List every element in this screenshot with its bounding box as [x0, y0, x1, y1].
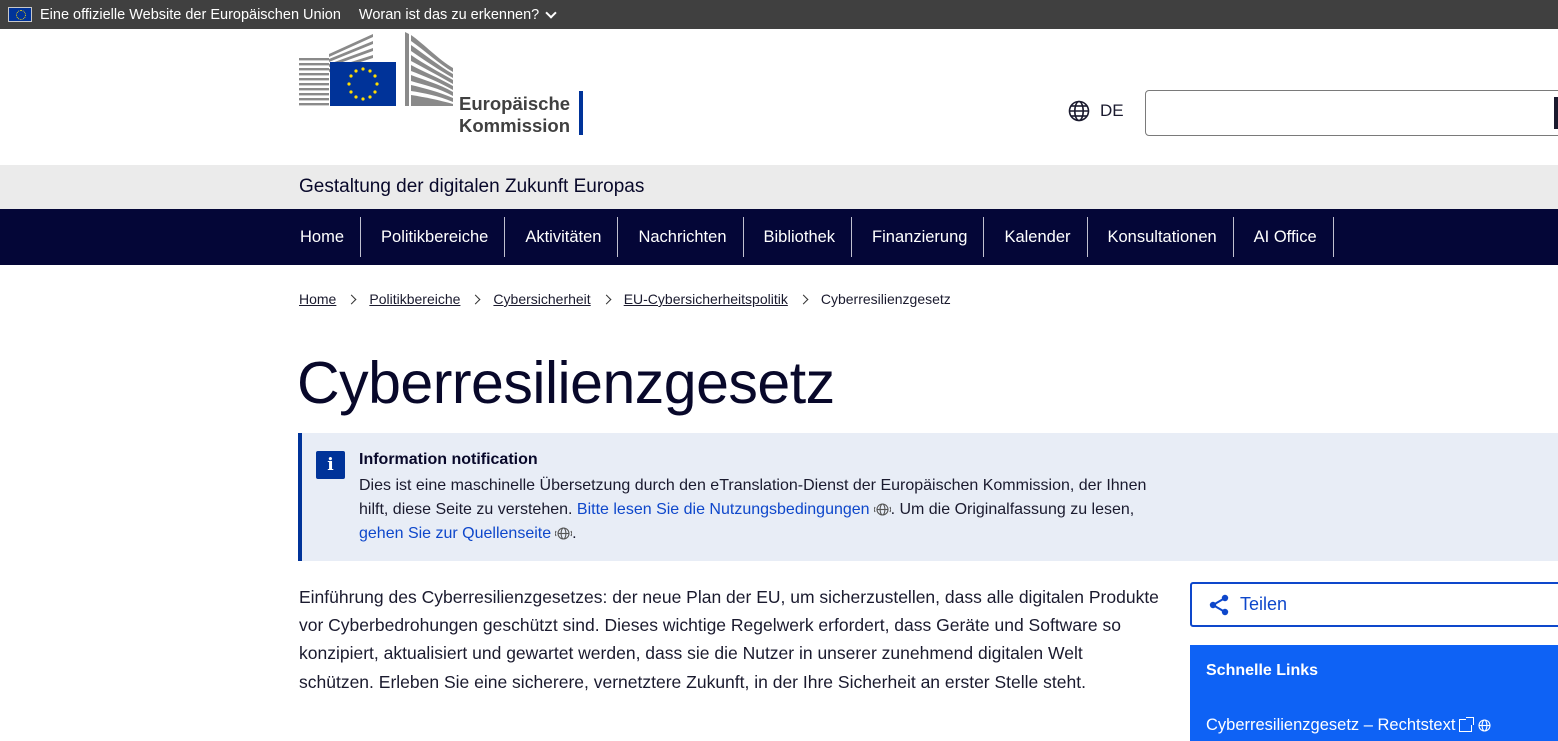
logo-line-1: Europäische	[459, 93, 571, 114]
notification-body: Dies ist eine maschinelle Übersetzung du…	[359, 474, 1159, 546]
chevron-right-icon	[346, 294, 357, 304]
how-to-know-toggle[interactable]: Woran ist das zu erkennen?	[358, 6, 557, 23]
share-icon	[1209, 594, 1229, 615]
chevron-right-icon	[470, 294, 481, 304]
quick-links-title: Schnelle Links	[1206, 662, 1319, 679]
info-icon: i	[316, 451, 345, 479]
share-label: Teilen	[1240, 594, 1288, 614]
eu-flag-icon	[8, 7, 32, 22]
official-website-text: Eine offizielle Website der Europäischen…	[40, 6, 341, 23]
site-name[interactable]: Gestaltung der digitalen Zukunft Europas	[299, 176, 644, 198]
breadcrumb-current: Cyberresilienzgesetz	[820, 291, 951, 307]
terms-of-use-link[interactable]: Bitte lesen Sie die Nutzungsbedingungen	[577, 501, 870, 518]
quick-link-item[interactable]: Cyberresilienzgesetz – Rechtstext	[1206, 716, 1493, 735]
nav-item-aktivitaeten[interactable]: Aktivitäten	[505, 209, 619, 265]
source-page-link[interactable]: gehen Sie zur Quellenseite	[359, 525, 551, 542]
notification-text-3: .	[572, 525, 577, 542]
main-navigation: Home Politikbereiche Aktivitäten Nachric…	[299, 209, 1334, 265]
logo-accent-bar	[579, 91, 583, 135]
nav-item-nachrichten[interactable]: Nachrichten	[618, 209, 744, 265]
intro-paragraph: Einführung des Cyberresilienzgesetzes: d…	[299, 587, 1159, 692]
logo-wordmark: Europäische Kommission	[459, 93, 570, 137]
logo-line-2: Kommission	[459, 115, 571, 136]
language-selector[interactable]: DE	[1068, 100, 1124, 122]
nav-item-finanzierung[interactable]: Finanzierung	[852, 209, 985, 265]
chevron-down-icon	[545, 6, 557, 19]
notification-text-2: . Um die Originalfassung zu lesen,	[890, 501, 1135, 518]
notification-title: Information notification	[359, 451, 538, 468]
search-input[interactable]	[1145, 90, 1558, 136]
site-name-band	[0, 165, 1558, 209]
how-to-know-label: Woran ist das zu erkennen?	[358, 6, 540, 23]
search-button[interactable]	[1554, 97, 1558, 129]
eu-official-bar: Eine offizielle Website der Europäischen…	[0, 0, 1558, 29]
globe-icon	[1068, 100, 1090, 122]
nav-item-kalender[interactable]: Kalender	[984, 209, 1088, 265]
chevron-right-icon	[601, 294, 612, 304]
page-title: Cyberresilienzgesetz	[297, 350, 835, 416]
machine-translation-icon	[555, 527, 573, 540]
nav-item-home[interactable]: Home	[299, 209, 362, 265]
language-code: DE	[1100, 101, 1124, 120]
breadcrumb-eu-cybersicherheitspolitik[interactable]: EU-Cybersicherheitspolitik	[624, 291, 788, 307]
nav-item-ai-office[interactable]: AI Office	[1234, 209, 1334, 265]
breadcrumb-home[interactable]: Home	[299, 291, 336, 307]
nav-item-konsultationen[interactable]: Konsultationen	[1088, 209, 1234, 265]
external-link-icon	[1459, 717, 1475, 732]
nav-item-bibliothek[interactable]: Bibliothek	[744, 209, 853, 265]
breadcrumb: Home Politikbereiche Cybersicherheit EU-…	[299, 291, 951, 307]
nav-item-politikbereiche[interactable]: Politikbereiche	[361, 209, 506, 265]
chevron-right-icon	[798, 294, 809, 304]
share-button[interactable]: Teilen	[1190, 582, 1558, 627]
machine-translation-icon	[873, 503, 891, 516]
machine-translation-icon	[1478, 719, 1492, 732]
building-right-icon	[405, 32, 453, 106]
quick-link-label: Cyberresilienzgesetz – Rechtstext	[1206, 716, 1456, 734]
breadcrumb-politikbereiche[interactable]: Politikbereiche	[369, 291, 460, 307]
breadcrumb-cybersicherheit[interactable]: Cybersicherheit	[493, 291, 590, 307]
